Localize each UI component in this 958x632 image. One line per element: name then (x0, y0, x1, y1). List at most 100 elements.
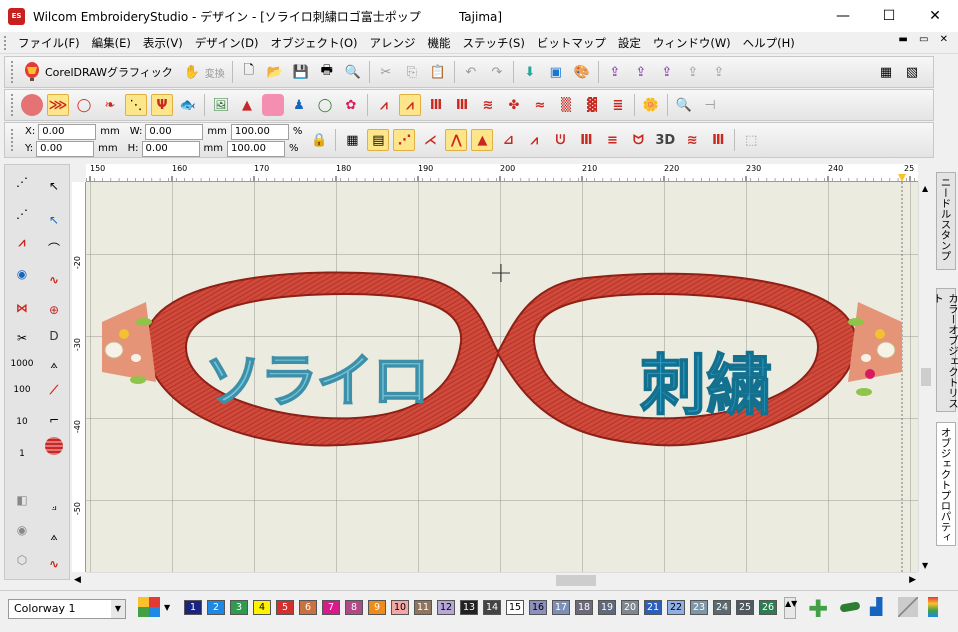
node-plus-icon[interactable]: ⟑ (41, 525, 67, 547)
squiggle-2-icon[interactable]: ∿ (41, 553, 67, 575)
cutter-icon[interactable]: ✂ (9, 327, 35, 349)
stitch-3d-label[interactable]: 3D (655, 133, 675, 148)
thread-swatch[interactable]: 18 (575, 600, 593, 615)
color-bar-icon[interactable] (928, 597, 938, 617)
spiral-icon[interactable]: ◉ (9, 263, 35, 285)
stitch-arrow-icon[interactable]: ⟋ (41, 379, 67, 401)
squiggle-icon[interactable]: ∿ (41, 269, 67, 291)
view-3d-icon[interactable]: ▣ (545, 61, 567, 83)
scroll-left-icon[interactable]: ◀ (74, 575, 81, 585)
y-field[interactable]: 0.00 (36, 140, 95, 157)
shape-b-icon[interactable]: ◉ (9, 519, 35, 541)
save-icon[interactable]: 💾 (290, 61, 312, 83)
menu-grip[interactable] (4, 35, 10, 50)
scroll-up-icon[interactable]: ▲ (922, 184, 928, 193)
add-color-icon[interactable]: ✚ (808, 595, 828, 623)
menu-edit[interactable]: 編集(E) (86, 32, 137, 54)
figure-icon[interactable]: ♟ (288, 94, 310, 116)
elephant-icon[interactable] (262, 94, 284, 116)
chevron-down-icon[interactable]: ▼ (111, 600, 125, 618)
path-icon[interactable]: ⟓ (41, 495, 67, 517)
curve-fill-icon[interactable]: ≋ (681, 129, 703, 151)
remove-color-icon[interactable] (839, 601, 861, 613)
cut-icon[interactable]: ✂ (375, 61, 397, 83)
design-canvas[interactable]: ソライロ 刺繍 (86, 182, 918, 572)
thread-swatch[interactable]: 20 (621, 600, 639, 615)
toolbar-grip[interactable] (11, 94, 15, 116)
new-document-icon[interactable]: 🗋 (238, 61, 260, 83)
menu-help[interactable]: ヘルプ(H) (737, 32, 801, 54)
arc-icon[interactable]: ⌒ (41, 237, 67, 259)
stitch-type-3-icon[interactable]: Ⅲ (425, 94, 447, 116)
measure-icon[interactable]: ⊣ (699, 94, 721, 116)
needle-stamp-tab[interactable]: ニードルスタンプ (936, 172, 956, 270)
length-100-label[interactable]: 100 (9, 379, 35, 401)
menu-settings[interactable]: 設定 (612, 32, 647, 54)
design-left-text[interactable]: ソライロ (186, 334, 446, 418)
grid-settings-icon[interactable]: ▧ (901, 61, 923, 83)
scale-height-field[interactable]: 100.00 (227, 140, 286, 157)
color-palette-icon[interactable]: 🎨 (571, 61, 593, 83)
menu-bitmap[interactable]: ビットマップ (531, 32, 612, 54)
menu-view[interactable]: 表示(V) (137, 32, 189, 54)
menu-function[interactable]: 機能 (422, 32, 457, 54)
no-color-icon[interactable] (898, 597, 918, 617)
node-edit-icon[interactable]: ⟑ (41, 353, 67, 375)
vertical-scrollbar[interactable]: ▲ ▼ (918, 182, 932, 572)
columns-icon[interactable]: Ⅲ (575, 129, 597, 151)
letter-d-icon[interactable]: D (41, 325, 67, 347)
menu-design[interactable]: デザイン(D) (189, 32, 265, 54)
flame-icon[interactable]: ᗢ (627, 129, 649, 151)
stitch-type-6-icon[interactable]: ✤ (503, 94, 525, 116)
hexagon-icon[interactable]: ⬡ (9, 549, 35, 571)
wave-icon[interactable]: ᕫ (549, 129, 571, 151)
slow-redraw-icon[interactable]: ⇪ (682, 61, 704, 83)
scale-width-field[interactable]: 100.00 (230, 123, 289, 140)
maximize-button[interactable]: ☐ (866, 0, 912, 32)
zigzag-icon[interactable]: ⩘ (523, 129, 545, 151)
measure-tool-icon[interactable]: ⌐ (41, 409, 67, 431)
horizontal-scroll-thumb[interactable] (556, 575, 596, 586)
scroll-right-icon[interactable]: ▶ (909, 575, 916, 585)
design-right-text[interactable]: 刺繍 (606, 332, 806, 428)
scroll-down-icon[interactable]: ▼ (922, 561, 928, 570)
color-object-list-tab[interactable]: カラーオブジェクトリスト (932, 288, 958, 412)
angle-fill-icon[interactable]: ⋰ (393, 129, 416, 151)
convert-label[interactable]: 変換 (205, 65, 225, 80)
thread-chart-icon[interactable]: ▟ (870, 597, 882, 616)
thread-swatch[interactable]: 9 (368, 600, 386, 615)
thread-swatch[interactable]: 25 (736, 600, 754, 615)
undo-icon[interactable]: ↶ (460, 61, 482, 83)
stitch-type-1-icon[interactable]: ⩘ (373, 94, 395, 116)
thread-swatch[interactable]: 22 (667, 600, 685, 615)
lock-proportion-icon[interactable]: 🔒 (308, 129, 330, 151)
thread-swatch[interactable]: 1 (184, 600, 202, 615)
close-button[interactable]: ✕ (912, 0, 958, 32)
select-arrow-icon[interactable]: ↖ (41, 175, 67, 197)
thread-swatch[interactable]: 10 (391, 600, 409, 615)
copy-icon[interactable]: ⎘ (401, 61, 423, 83)
horizontal-scrollbar[interactable]: ◀ ▶ (74, 572, 918, 588)
swatch-scroll-icon[interactable]: ▲▼ (784, 597, 797, 619)
height-field[interactable]: 0.00 (141, 140, 200, 157)
zigzag-tool-icon[interactable]: ⩘ (9, 231, 35, 253)
palette-dropdown-icon[interactable]: ▼ (164, 603, 170, 612)
tatami-icon[interactable]: ▤ (367, 129, 390, 151)
outline-shape-icon[interactable]: ◯ (73, 94, 95, 116)
run-line-icon[interactable]: ⋱ (125, 94, 147, 116)
grid-fill-icon[interactable]: ▦ (341, 129, 363, 151)
leaf-fill-icon[interactable]: ❧ (99, 94, 121, 116)
shapes-icon[interactable]: ▲ (236, 94, 258, 116)
stitch-list-icon[interactable]: ⇪ (708, 61, 730, 83)
menu-object[interactable]: オブジェクト(O) (265, 32, 364, 54)
mdi-window-controls[interactable]: ▬ ▭ ✕ (898, 34, 952, 45)
stitch-type-5-icon[interactable]: ≋ (477, 94, 499, 116)
flower-icon[interactable]: ✿ (340, 94, 362, 116)
length-1-label[interactable]: 1 (9, 443, 35, 465)
thread-swatch[interactable]: 2 (207, 600, 225, 615)
colorway-select[interactable]: Colorway 1 ▼ (8, 599, 126, 619)
thread-swatch[interactable]: 4 (253, 600, 271, 615)
paste-icon[interactable]: 📋 (427, 61, 449, 83)
stitch-player-icon[interactable]: ⇪ (656, 61, 678, 83)
object-properties-tab[interactable]: オブジェクトプロパティ (936, 422, 956, 546)
